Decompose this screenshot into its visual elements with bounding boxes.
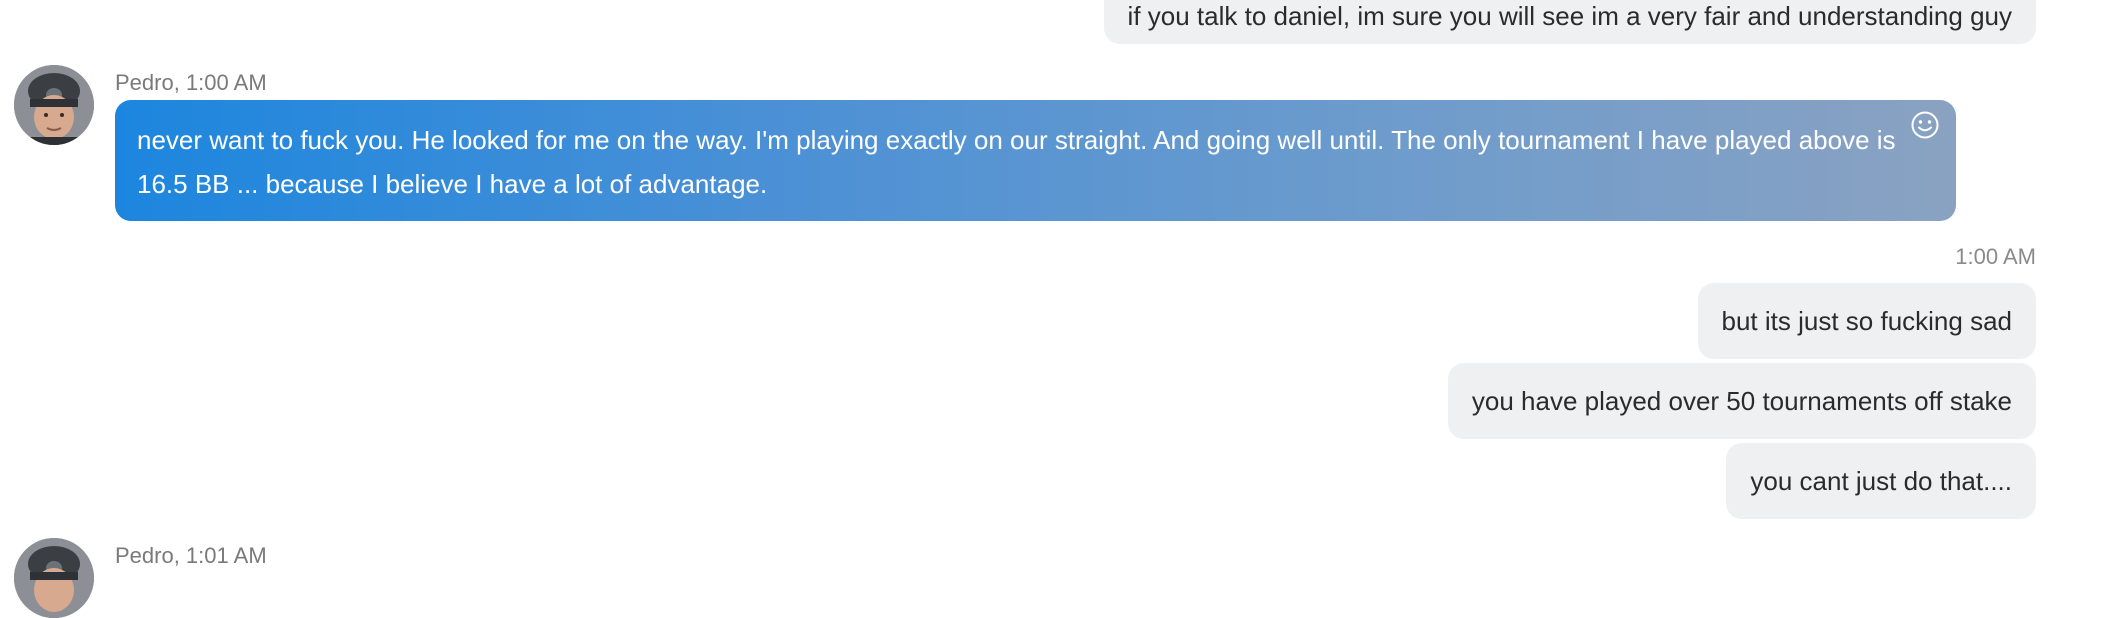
message-text: you cant just do that.... [1750, 465, 2012, 496]
outgoing-message[interactable]: but its just so fucking sad [1697, 283, 2036, 359]
message-timestamp: 1:00 AM [1955, 244, 2036, 269]
message-text: never want to fuck you. He looked for me… [137, 125, 1896, 199]
chat-transcript: if you talk to daniel, im sure you will … [0, 0, 2101, 618]
user-avatar-icon [14, 65, 94, 145]
message-text: you have played over 50 tournaments off … [1471, 385, 2012, 416]
user-avatar-icon [14, 538, 94, 618]
outgoing-message[interactable]: you cant just do that.... [1726, 443, 2036, 519]
sender-timestamp: Pedro, 1:01 AM [115, 543, 267, 568]
outgoing-message[interactable]: you have played over 50 tournaments off … [1447, 363, 2036, 439]
smiley-icon[interactable] [1910, 109, 1940, 139]
outgoing-message[interactable]: if you talk to daniel, im sure you will … [1103, 0, 2036, 44]
incoming-message[interactable]: never want to fuck you. He looked for me… [115, 100, 1956, 221]
message-text: if you talk to daniel, im sure you will … [1127, 0, 2012, 31]
message-text: but its just so fucking sad [1721, 305, 2012, 336]
sender-timestamp: Pedro, 1:00 AM [115, 70, 267, 95]
avatar[interactable] [14, 65, 94, 145]
avatar[interactable] [14, 538, 94, 618]
